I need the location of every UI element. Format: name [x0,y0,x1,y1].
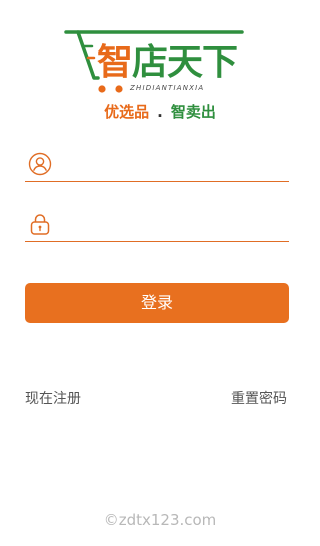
login-button[interactable]: 登录 [25,283,289,323]
slogan-separator: . [157,103,163,121]
slogan: 优选品. 智卖出 [0,101,320,123]
username-field[interactable] [25,147,289,182]
username-input[interactable] [62,148,289,180]
login-screen: 智 店 天 下 ZHIDIANTIANXIA 优选品. 智卖出 登录 现在注册 重… [0,0,320,546]
logo-char: 下 [202,42,238,83]
logo-char: 店 [132,42,168,83]
watermark: ©zdtx123.com [103,511,217,529]
reset-password-link[interactable]: 重置密码 [231,388,287,410]
slogan-part-2: 智卖出 [170,103,216,121]
password-field[interactable] [25,207,289,242]
logo-char: 天 [167,42,203,83]
logo-char: 智 [97,42,133,83]
app-logo: 智 店 天 下 ZHIDIANTIANXIA [64,26,248,96]
lock-icon [30,214,50,235]
logo-pinyin: ZHIDIANTIANXIA [130,84,205,92]
logo-wordmark: 智 店 天 下 [97,42,238,83]
slogan-part-1: 优选品 [104,103,150,121]
register-link[interactable]: 现在注册 [25,388,81,410]
password-input[interactable] [62,208,289,240]
user-icon [28,152,52,176]
